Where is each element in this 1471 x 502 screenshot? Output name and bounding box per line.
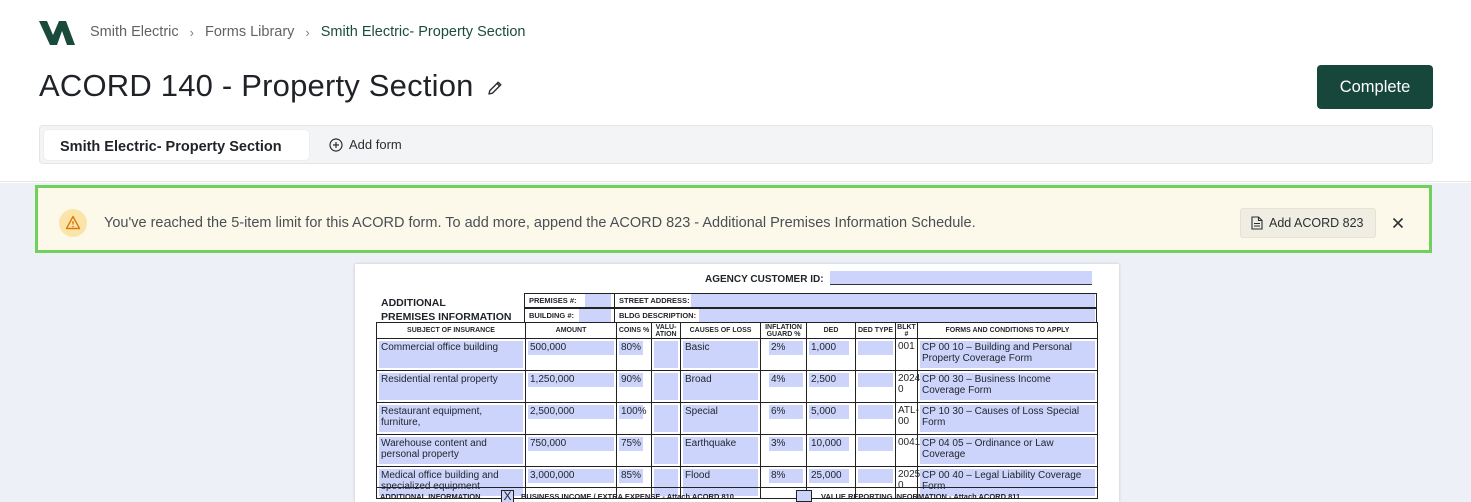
section-title-line-1: ADDITIONAL bbox=[381, 297, 446, 309]
ded-field[interactable]: 5,000 bbox=[809, 405, 849, 419]
column-header: COINS % bbox=[616, 322, 652, 339]
coins-field[interactable]: 100% bbox=[619, 405, 647, 419]
bldg-description-field[interactable] bbox=[699, 309, 1095, 322]
additional-information-row: ADDITIONAL INFORMATION X BUSINESS INCOME… bbox=[376, 487, 1097, 502]
inflation-field[interactable]: 4% bbox=[769, 373, 803, 387]
ded-type-field[interactable] bbox=[858, 469, 893, 483]
alert-message: You've reached the 5-item limit for this… bbox=[104, 215, 976, 231]
valuation-field[interactable] bbox=[654, 373, 678, 400]
amount-field[interactable]: 750,000 bbox=[528, 437, 614, 451]
ded-field[interactable]: 10,000 bbox=[809, 437, 849, 451]
warning-icon bbox=[59, 209, 87, 237]
chevron-right-icon: › bbox=[189, 24, 194, 40]
agency-customer-id-label: AGENCY CUSTOMER ID: bbox=[705, 274, 824, 285]
column-header: VALU- ATION bbox=[651, 322, 681, 339]
valuation-field[interactable] bbox=[654, 341, 678, 368]
business-income-label: BUSINESS INCOME / EXTRA EXPENSE - Attach… bbox=[521, 492, 734, 501]
table-row: Restaurant equipment, furniture, 2,500,0… bbox=[376, 402, 1098, 435]
ded-type-field[interactable] bbox=[858, 437, 893, 451]
amount-field[interactable]: 2,500,000 bbox=[528, 405, 614, 419]
subject-field[interactable]: Commercial office building bbox=[379, 341, 523, 368]
additional-information-label: ADDITIONAL INFORMATION bbox=[380, 492, 481, 501]
app-logo-icon[interactable] bbox=[39, 21, 75, 45]
breadcrumb-item-forms-library[interactable]: Forms Library bbox=[205, 24, 294, 40]
breadcrumb: Smith Electric › Forms Library › Smith E… bbox=[90, 24, 525, 40]
column-header: BLKT # bbox=[895, 322, 918, 339]
add-acord-823-button[interactable]: Add ACORD 823 bbox=[1240, 208, 1376, 238]
column-header: DED bbox=[806, 322, 856, 339]
blkt-field[interactable]: 00412 bbox=[895, 434, 926, 467]
add-form-label: Add form bbox=[349, 137, 402, 152]
column-header: AMOUNT bbox=[525, 322, 617, 339]
coins-field[interactable]: 85% bbox=[619, 469, 643, 483]
ded-type-field[interactable] bbox=[858, 373, 893, 387]
forms-field[interactable]: CP 10 30 – Causes of Loss Special Form bbox=[920, 405, 1095, 432]
street-address-field[interactable] bbox=[691, 294, 1095, 307]
plus-circle-icon bbox=[329, 137, 343, 152]
amount-field[interactable]: 3,000,000 bbox=[528, 469, 614, 483]
value-reporting-checkbox[interactable] bbox=[796, 490, 812, 502]
causes-field[interactable]: Special bbox=[683, 405, 758, 432]
premises-table: SUBJECT OF INSURANCE AMOUNT COINS % VALU… bbox=[376, 322, 1098, 499]
inflation-field[interactable]: 2% bbox=[769, 341, 803, 355]
value-reporting-label: VALUE REPORTING INFORMATION - Attach ACO… bbox=[821, 492, 1021, 501]
subject-field[interactable]: Residential rental property bbox=[379, 373, 523, 400]
column-header: SUBJECT OF INSURANCE bbox=[376, 322, 526, 339]
subject-field[interactable]: Restaurant equipment, furniture, bbox=[379, 405, 523, 432]
column-header: CAUSES OF LOSS bbox=[680, 322, 761, 339]
forms-field[interactable]: CP 00 10 – Building and Personal Propert… bbox=[920, 341, 1095, 368]
column-header: FORMS AND CONDITIONS TO APPLY bbox=[917, 322, 1098, 339]
building-number-field[interactable] bbox=[579, 309, 611, 322]
blkt-field[interactable]: ATL-00 bbox=[895, 402, 919, 435]
inflation-field[interactable]: 8% bbox=[769, 469, 803, 483]
coins-field[interactable]: 75% bbox=[619, 437, 643, 451]
add-acord-823-label: Add ACORD 823 bbox=[1269, 216, 1364, 230]
page-header: Smith Electric › Forms Library › Smith E… bbox=[0, 0, 1471, 182]
causes-field[interactable]: Basic bbox=[683, 341, 758, 368]
blkt-field[interactable]: 001 bbox=[895, 338, 918, 371]
column-header: DED TYPE bbox=[855, 322, 896, 339]
page-title: ACORD 140 - Property Section bbox=[39, 68, 474, 103]
breadcrumb-item-company[interactable]: Smith Electric bbox=[90, 24, 179, 40]
amount-field[interactable]: 500,000 bbox=[528, 341, 614, 355]
ded-field[interactable]: 1,000 bbox=[809, 341, 849, 355]
table-row: Warehouse content and personal property … bbox=[376, 434, 1098, 467]
valuation-field[interactable] bbox=[654, 405, 678, 432]
close-icon[interactable] bbox=[1390, 215, 1406, 231]
column-header: INFLATION GUARD % bbox=[760, 322, 807, 339]
ded-type-field[interactable] bbox=[858, 405, 893, 419]
table-row: Commercial office building 500,000 80% B… bbox=[376, 338, 1098, 371]
inflation-field[interactable]: 3% bbox=[769, 437, 803, 451]
section-title: ADDITIONAL PREMISES INFORMATION bbox=[381, 296, 511, 324]
agency-customer-id-field[interactable] bbox=[830, 271, 1092, 285]
premises-number-field[interactable] bbox=[585, 294, 611, 307]
table-row: Residential rental property 1,250,000 90… bbox=[376, 370, 1098, 403]
limit-alert-banner: You've reached the 5-item limit for this… bbox=[35, 185, 1432, 253]
coins-field[interactable]: 90% bbox=[619, 373, 643, 387]
amount-field[interactable]: 1,250,000 bbox=[528, 373, 614, 387]
forms-field[interactable]: CP 04 05 – Ordinance or Law Coverage bbox=[920, 437, 1095, 464]
ded-field[interactable]: 25,000 bbox=[809, 469, 849, 483]
document-icon bbox=[1251, 216, 1263, 230]
ded-type-field[interactable] bbox=[858, 341, 893, 355]
causes-field[interactable]: Broad bbox=[683, 373, 758, 400]
coins-field[interactable]: 80% bbox=[619, 341, 643, 355]
blkt-field[interactable]: 2024-0 bbox=[895, 370, 924, 403]
tab-property-section[interactable]: Smith Electric- Property Section bbox=[44, 130, 309, 160]
chevron-right-icon: › bbox=[305, 24, 310, 40]
breadcrumb-item-current: Smith Electric- Property Section bbox=[320, 24, 526, 40]
acord-form-page: AGENCY CUSTOMER ID: ADDITIONAL PREMISES … bbox=[355, 264, 1119, 502]
form-tab-bar: Smith Electric- Property Section Add for… bbox=[39, 125, 1433, 164]
causes-field[interactable]: Earthquake bbox=[683, 437, 758, 464]
valuation-field[interactable] bbox=[654, 437, 678, 464]
forms-field[interactable]: CP 00 30 – Business Income Coverage Form bbox=[920, 373, 1095, 400]
pencil-icon[interactable] bbox=[486, 79, 504, 97]
table-header-row: SUBJECT OF INSURANCE AMOUNT COINS % VALU… bbox=[376, 322, 1098, 339]
add-form-button[interactable]: Add form bbox=[329, 137, 402, 152]
subject-field[interactable]: Warehouse content and personal property bbox=[379, 437, 523, 464]
ded-field[interactable]: 2,500 bbox=[809, 373, 849, 387]
complete-button[interactable]: Complete bbox=[1317, 65, 1433, 109]
business-income-checkbox[interactable]: X bbox=[501, 490, 514, 502]
inflation-field[interactable]: 6% bbox=[769, 405, 803, 419]
